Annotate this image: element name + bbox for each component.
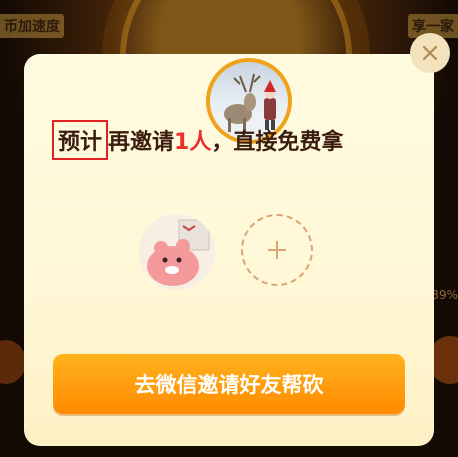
- invited-friend-avatar: [139, 214, 215, 290]
- background-left-label: 币加速度: [0, 14, 64, 38]
- headline-text: ，直接免费拿: [211, 130, 344, 155]
- headline-text: 再邀请: [108, 130, 175, 155]
- plus-icon: [268, 241, 286, 259]
- close-icon: [422, 45, 438, 61]
- friend-avatar-image: [139, 214, 215, 290]
- close-button[interactable]: [410, 33, 450, 73]
- invite-wechat-button[interactable]: 去微信邀请好友帮砍: [53, 354, 405, 414]
- background-percent-label: 39%: [431, 288, 458, 302]
- add-friend-slot[interactable]: [241, 214, 313, 286]
- headline: 预计 再邀请 1人 ，直接免费拿: [52, 120, 343, 160]
- headline-highlight: 1人: [174, 130, 212, 155]
- invite-dialog: 预计 再邀请 1人 ，直接免费拿 去微信邀请好友帮砍: [24, 54, 434, 446]
- headline-boxed-text: 预计: [52, 120, 109, 160]
